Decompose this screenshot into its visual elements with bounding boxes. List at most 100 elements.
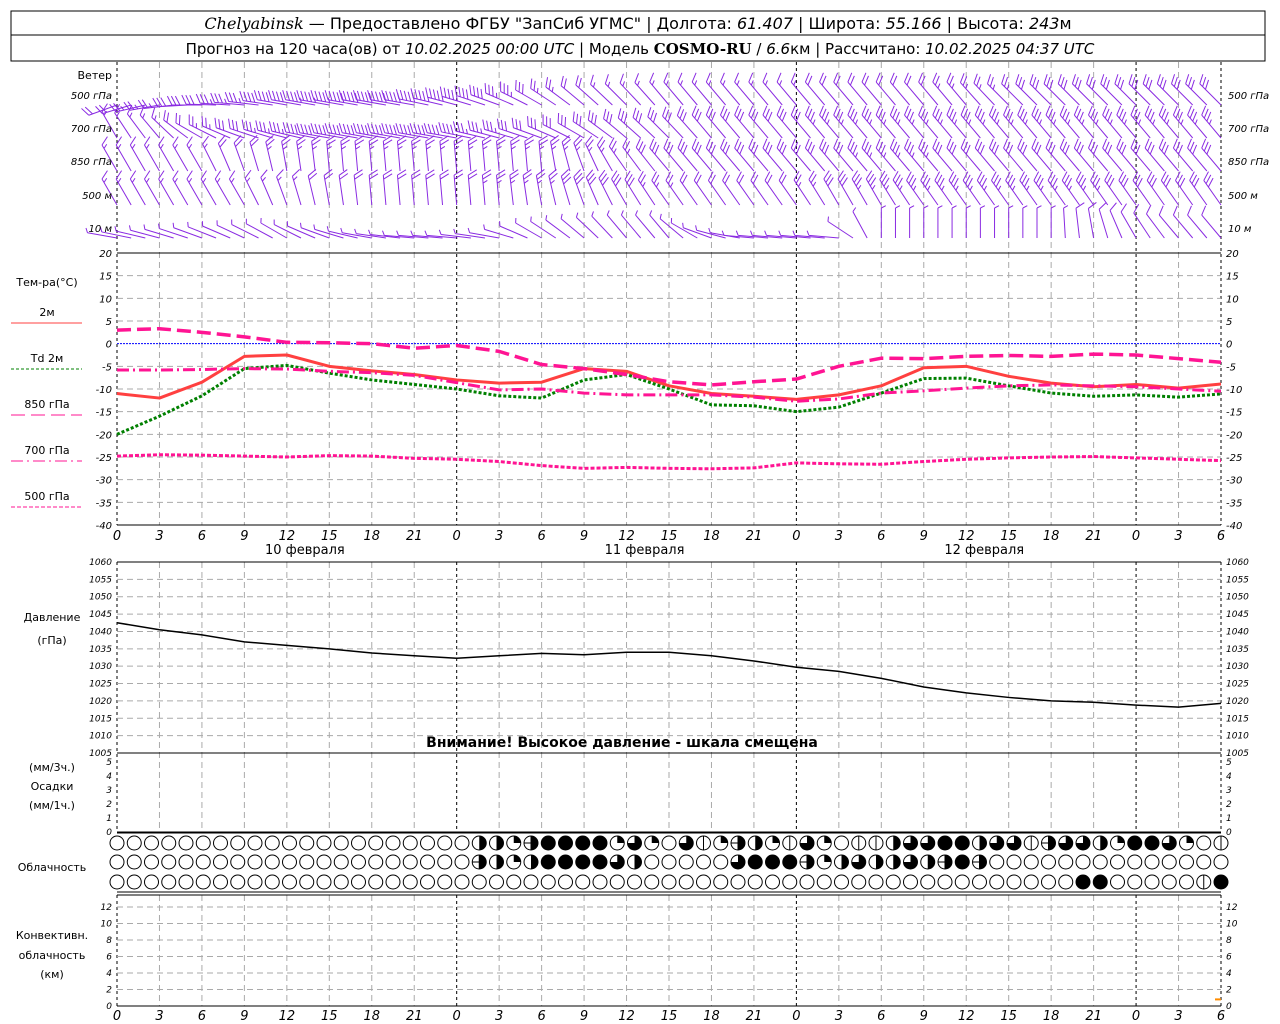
x-tick-label: 15 (1000, 529, 1017, 544)
cloud-circle-icon (126, 874, 142, 890)
wind-barb (1175, 171, 1194, 206)
cloud-circle-icon (351, 874, 366, 890)
wind-level-label-left: 10 м (89, 224, 113, 235)
wind-barb (496, 135, 506, 172)
wind-barb (808, 170, 826, 206)
cloud-circle-icon (592, 874, 608, 890)
alt-value: 243 (1029, 14, 1060, 33)
wind-barb (879, 170, 896, 206)
cloud-circle-icon (368, 835, 384, 851)
cloud-circle-icon (1144, 854, 1160, 870)
cloud-full-icon (954, 854, 970, 870)
wind-barb (620, 210, 642, 239)
lon-label: Долгота: (657, 14, 737, 33)
cloud-circle-icon (402, 874, 418, 890)
cloud-circle-icon (282, 835, 297, 851)
cloud-circle-icon (161, 874, 177, 890)
cloud-symbol (178, 854, 194, 870)
pressure-unit: (гПа) (37, 634, 66, 647)
pressure-tick-label-right: 1025 (1226, 680, 1249, 690)
cloud-circle-icon (972, 874, 987, 890)
wind-barb (509, 169, 519, 206)
wind-barb (538, 135, 549, 172)
wind-barb (245, 218, 273, 239)
cloud-circle-icon (351, 835, 366, 851)
cloud-symbol (1213, 874, 1229, 890)
cloud-circle-icon (282, 874, 297, 890)
x-tick-label: 18 (703, 529, 720, 544)
wind-barb (693, 171, 712, 206)
cloud-circle-icon (1110, 874, 1125, 890)
cloud-circle-icon (661, 874, 677, 890)
wind-barb (354, 135, 365, 172)
cloud-circle-icon (989, 874, 1005, 890)
cloud-full-icon (954, 835, 970, 851)
wind-barb (439, 169, 450, 206)
wind-barb (659, 213, 684, 239)
cloud-circle-icon (868, 874, 884, 890)
cloud-circle-icon (213, 835, 228, 851)
cloud-symbol (627, 854, 642, 870)
precip-unit-3h: (мм/3ч.) (29, 761, 75, 774)
wind-barb (524, 135, 534, 172)
wind-barb (439, 135, 450, 172)
cloud-symbol (765, 874, 780, 890)
cloud-symbol (765, 835, 780, 851)
temp-tick-label-right: 5 (1226, 317, 1232, 328)
cloud-symbol (264, 874, 280, 890)
wind-barb (573, 169, 585, 206)
wind-barb (651, 171, 670, 206)
cloud-circle-icon (144, 835, 159, 851)
cloud-circle-icon (799, 874, 815, 890)
cloud-circle-icon (1213, 854, 1229, 870)
cloud-full-icon (1092, 874, 1108, 890)
cloud-symbol (351, 874, 366, 890)
cloud-symbol (471, 835, 487, 851)
wind-barb (453, 135, 464, 172)
temp-tick-label-right: 10 (1226, 294, 1239, 305)
cloud-symbol (1179, 835, 1194, 851)
wind-barb (217, 135, 231, 172)
x-tick-label-bottom: 3 (155, 1009, 163, 1024)
cloud-circle-icon (385, 854, 401, 870)
cloud-circle-icon (1196, 835, 1212, 851)
x-tick-label-bottom: 12 (279, 1009, 296, 1024)
cloud-symbol (747, 854, 763, 870)
cloud-circle-icon (454, 854, 470, 870)
temp-tick-label-right: -35 (1226, 498, 1242, 509)
x-tick-label: 9 (920, 529, 928, 544)
x-tick-label-bottom: 15 (1000, 1009, 1017, 1024)
wind-barb (598, 169, 613, 206)
wind-barb (1090, 171, 1109, 206)
wind-barb (1142, 74, 1165, 106)
cloud-circle-icon (109, 835, 125, 851)
wind-barb (244, 169, 259, 206)
cloud-symbol (713, 874, 729, 890)
wind-level-label-left: 700 гПа (71, 124, 112, 135)
pressure-tick-label-left: 1010 (89, 732, 112, 742)
cloud-full-icon (747, 854, 763, 870)
convective-tick-label-right: 8 (1226, 936, 1232, 946)
temp-tick-label-left: 5 (106, 317, 112, 328)
x-tick-label-bottom: 21 (406, 1009, 423, 1024)
wind-barb (469, 84, 500, 106)
wind-barb (411, 135, 421, 172)
cloud-circle-icon (282, 854, 297, 870)
wind-barb (1109, 202, 1123, 239)
cloud-symbol (437, 835, 453, 851)
forecast-start: 10.02.2025 00:00 UTC (405, 40, 575, 58)
cloud-symbol (903, 854, 918, 870)
cloud-symbol (144, 854, 159, 870)
x-tick-label: 0 (113, 529, 121, 544)
cloud-symbol (592, 874, 608, 890)
cloud-half-icon (841, 855, 849, 869)
cloud-symbol (1092, 854, 1108, 870)
cloud-circle-icon (765, 874, 780, 890)
wind-barb (353, 169, 364, 206)
cloud-symbol (316, 835, 332, 851)
cloud-circle-icon (1196, 854, 1212, 870)
cloud-symbol (730, 874, 746, 890)
wind-barb (1057, 74, 1080, 106)
cloud-symbol (333, 854, 349, 870)
legend-label: 500 гПа (24, 490, 69, 503)
